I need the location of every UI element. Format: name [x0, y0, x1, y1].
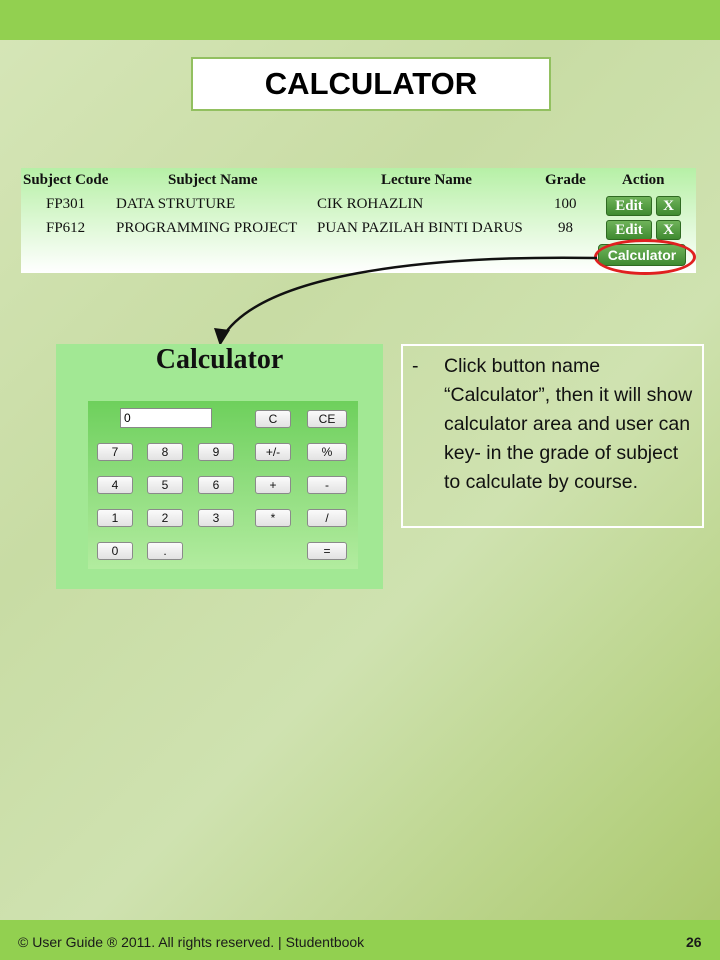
calculator-panel: Calculator 0 C CE 7 8 9 +/- % 4 5 6 + - … [56, 344, 383, 589]
decimal-button[interactable]: . [147, 542, 183, 560]
multiply-button[interactable]: * [255, 509, 291, 527]
description-box: - Click button name “Calculator”, then i… [401, 344, 704, 528]
key-4[interactable]: 4 [97, 476, 133, 494]
key-0[interactable]: 0 [97, 542, 133, 560]
plus-minus-button[interactable]: +/- [255, 443, 291, 461]
page-number: 26 [686, 934, 702, 950]
key-5[interactable]: 5 [147, 476, 183, 494]
equals-button[interactable]: = [307, 542, 347, 560]
key-2[interactable]: 2 [147, 509, 183, 527]
key-9[interactable]: 9 [198, 443, 234, 461]
calculator-title: Calculator [155, 344, 284, 375]
subtract-button[interactable]: - [307, 476, 347, 494]
clear-entry-button[interactable]: CE [307, 410, 347, 428]
description-text: Click button name “Calculator”, then it … [444, 355, 693, 493]
key-7[interactable]: 7 [97, 443, 133, 461]
calculator-display[interactable]: 0 [120, 408, 212, 428]
footer-copyright: © User Guide ® 2011. All rights reserved… [18, 934, 365, 950]
key-3[interactable]: 3 [198, 509, 234, 527]
calculator-keypad: 0 C CE 7 8 9 +/- % 4 5 6 + - 1 2 3 * / 0… [88, 401, 358, 569]
add-button[interactable]: + [255, 476, 291, 494]
key-8[interactable]: 8 [147, 443, 183, 461]
key-6[interactable]: 6 [198, 476, 234, 494]
divide-button[interactable]: / [307, 509, 347, 527]
clear-button[interactable]: C [255, 410, 291, 428]
key-1[interactable]: 1 [97, 509, 133, 527]
bullet-dash: - [412, 355, 419, 377]
percent-button[interactable]: % [307, 443, 347, 461]
